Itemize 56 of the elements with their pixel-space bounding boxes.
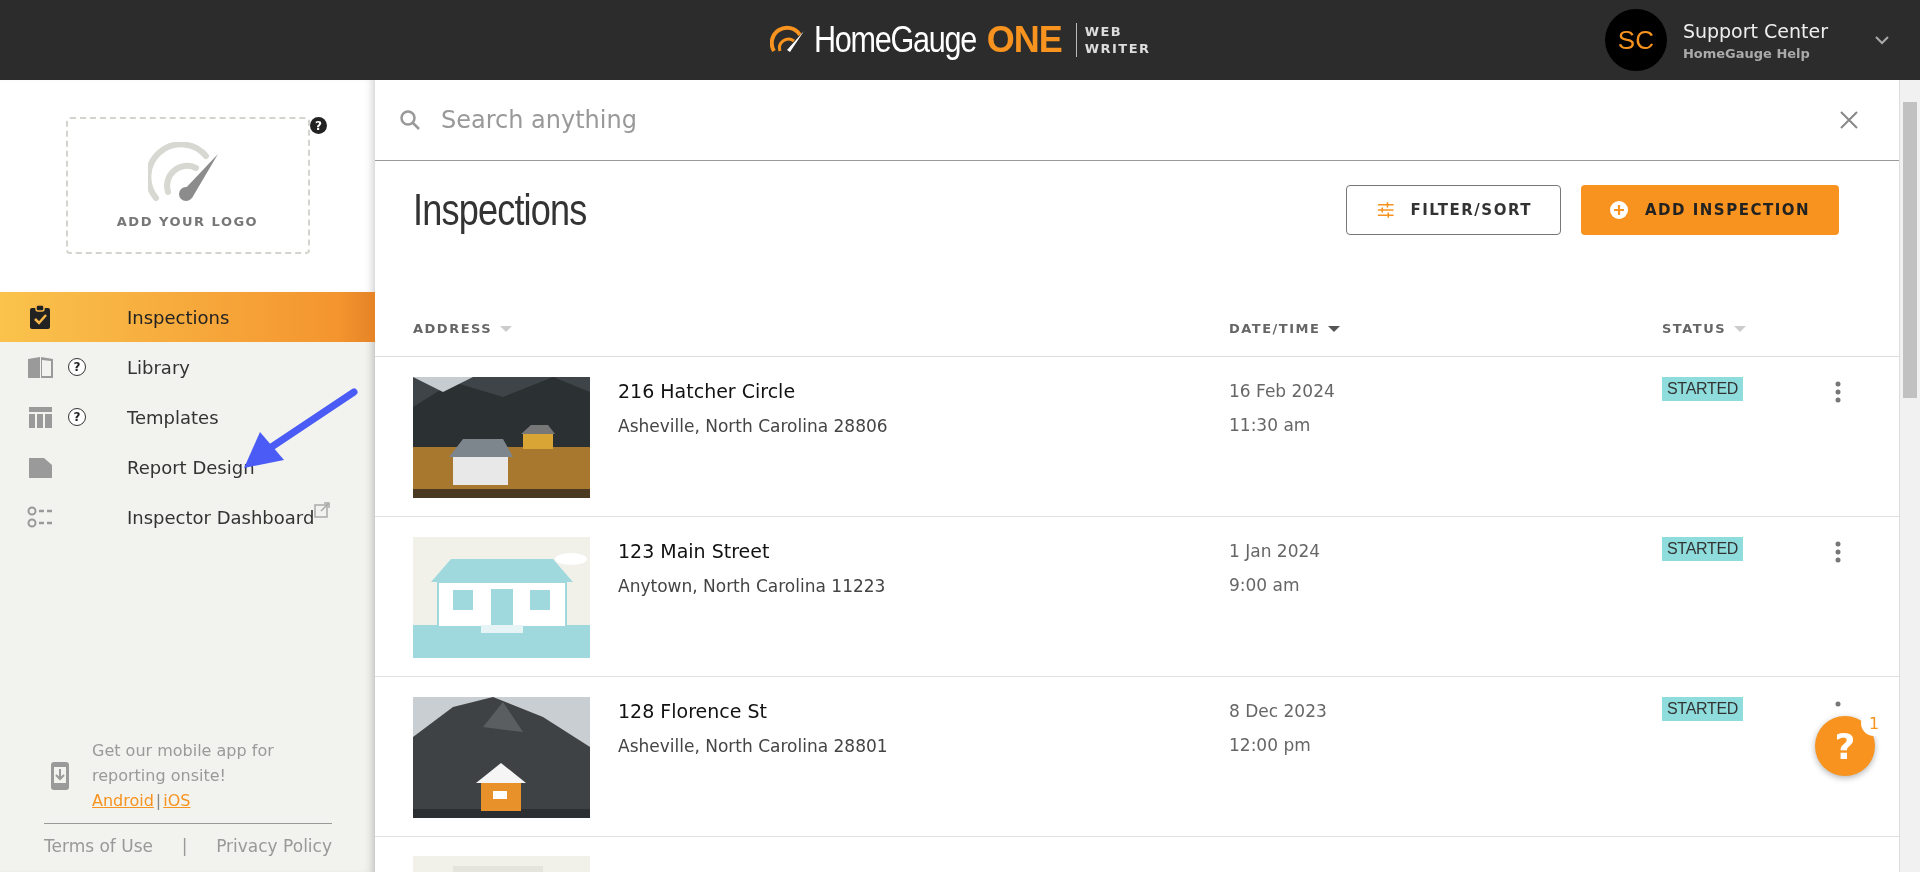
link-separator: | [181,836,188,856]
address-street[interactable]: 123 Main Street [618,540,1229,562]
address-street[interactable]: 128 Florence St [618,700,1229,722]
more-options-icon[interactable] [1835,701,1841,707]
nav-item[interactable]: Inspector Dashboard [0,492,375,542]
product-name: WRITER [1084,40,1151,57]
column-header[interactable]: ADDRESS [413,321,1229,336]
sort-caret-icon [1734,324,1747,333]
inspection-date: 8 Dec 2023 [1229,701,1328,721]
product-name: WEB [1084,23,1124,40]
user-name: Support Center [1682,19,1828,42]
scrollbar[interactable] [1899,80,1920,872]
plus-circle-icon [1609,200,1629,220]
help-icon[interactable]: ? [68,358,86,376]
column-header[interactable]: DATE/TIME [1229,321,1662,336]
avatar[interactable]: SC [1604,9,1667,71]
address-city: Anytown, North Carolina 11223 [618,576,887,596]
page-title: Inspections [413,185,587,235]
inspection-time: 11:30 am [1229,415,1312,435]
inspection-date: 1 Jan 2024 [1229,541,1322,561]
sort-caret-icon [1328,324,1341,333]
chevron-down-icon[interactable] [1874,35,1890,45]
inspection-time: 9:00 am [1229,575,1301,595]
nav-item[interactable]: Report Design [0,442,375,492]
status-badge: STARTED [1662,377,1744,401]
more-options-icon[interactable] [1835,381,1841,403]
logo-label: ADD YOUR LOGO [116,214,259,229]
nav-item[interactable]: ? Templates [0,392,375,442]
sort-caret-icon [500,324,513,333]
brand-name: HomeGauge [814,19,977,61]
close-icon[interactable] [1839,110,1859,130]
address-city: Asheville, North Carolina 28801 [618,736,889,756]
search-icon [399,109,421,131]
help-icon[interactable]: ? [68,408,86,426]
inspection-date: 16 Feb 2024 [1229,381,1336,401]
column-header[interactable]: STATUS [1662,321,1835,336]
search-field[interactable]: Search anything [439,105,1821,135]
nav-item[interactable]: ? Library [0,342,375,392]
help-icon[interactable]: ? [310,117,327,134]
logo-upload-area[interactable]: ADD YOUR LOGO [65,117,310,254]
filter-button[interactable]: FILTER/SORT [1346,185,1561,235]
link-separator: | [155,790,162,812]
promo-text: Get our mobile app for reporting onsite! [92,740,275,787]
nav-item[interactable]: Inspections [0,292,375,342]
more-options-icon[interactable] [1835,541,1841,563]
address-street[interactable]: 216 Hatcher Circle [618,380,1229,402]
phone-download-icon [50,760,70,791]
inspection-time: 12:00 pm [1229,735,1312,755]
status-badge: STARTED [1662,697,1744,721]
add-button[interactable]: ADD INSPECTION [1581,185,1839,235]
sliders-icon [1377,201,1395,219]
status-badge: STARTED [1662,537,1744,561]
user-subtitle: HomeGauge Help [1682,45,1811,61]
scrollbar-thumb[interactable] [1903,102,1917,398]
address-city: Asheville, North Carolina 28806 [618,416,889,436]
brand-accent: ONE [986,19,1062,61]
